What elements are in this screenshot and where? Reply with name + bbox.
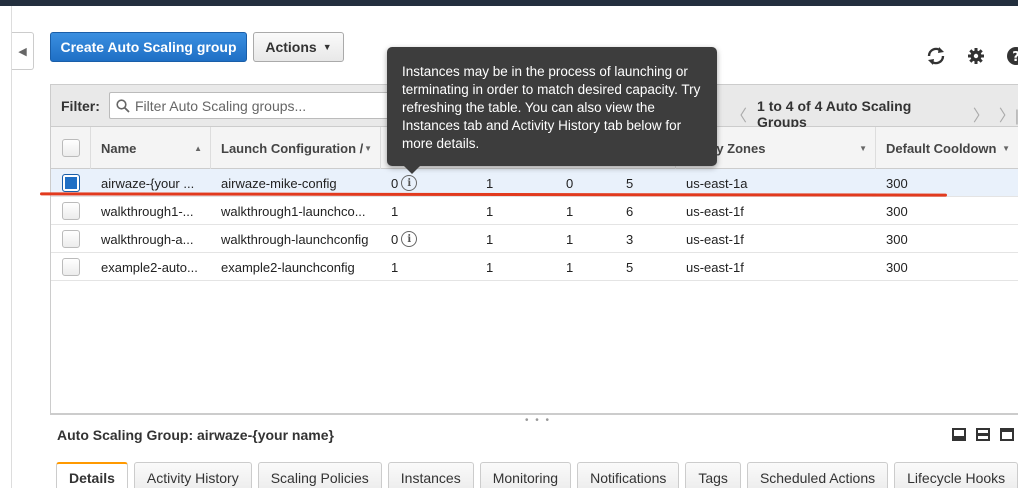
cell-desired: 1 <box>486 203 494 219</box>
column-header-launch-configuration[interactable]: Launch Configuration / ▼ <box>211 127 381 169</box>
cell-desired: 1 <box>486 231 494 247</box>
pager-text: 1 to 4 of 4 Auto Scaling Groups <box>757 98 912 130</box>
last-page-icon[interactable]: 〉| <box>999 102 1018 126</box>
info-icon[interactable]: i <box>401 231 418 247</box>
cell-launch-config: example2-launchconfig <box>221 259 355 275</box>
cell-launch-config: walkthrough1-launchco... <box>221 203 366 219</box>
cell-name: walkthrough1-... <box>101 203 194 219</box>
filter-label: Filter: <box>61 98 100 114</box>
help-icon[interactable]: ? <box>1004 44 1018 68</box>
cell-cooldown: 300 <box>886 231 908 247</box>
tab-notifications[interactable]: Notifications <box>577 462 680 488</box>
cell-desired: 1 <box>486 259 494 275</box>
layout-split-icon[interactable] <box>976 428 990 441</box>
table-row[interactable]: walkthrough1-... walkthrough1-launchco..… <box>51 197 1018 225</box>
previous-page-icon[interactable]: 〈 <box>731 102 747 126</box>
collapse-sidebar-button[interactable]: ◀ <box>12 32 34 70</box>
cell-max: 6 <box>626 203 634 219</box>
sort-icon: ▼ <box>364 143 372 153</box>
chevron-left-icon: ◀ <box>18 45 27 58</box>
top-nav-bar <box>0 0 1018 6</box>
cell-zones: us-east-1f <box>686 259 744 275</box>
sort-icon: ▼ <box>859 143 867 153</box>
details-title: Auto Scaling Group: airwaze-{your name} <box>57 427 334 443</box>
select-all-cell <box>51 127 91 169</box>
cell-instances: 0i <box>391 225 451 253</box>
gear-icon[interactable] <box>964 44 988 68</box>
filter-input[interactable]: Filter Auto Scaling groups... <box>109 92 394 119</box>
details-tabs: Details Activity History Scaling Policie… <box>56 462 1018 488</box>
cell-name: example2-auto... <box>101 259 198 275</box>
row-checkbox[interactable] <box>62 174 80 192</box>
cell-instances: 1 <box>391 259 399 275</box>
search-icon <box>116 98 130 113</box>
info-icon[interactable]: i <box>401 175 418 191</box>
filter-placeholder: Filter Auto Scaling groups... <box>135 97 307 114</box>
sort-asc-icon: ▲ <box>194 143 202 153</box>
tab-activity-history[interactable]: Activity History <box>133 462 252 488</box>
cell-cooldown: 300 <box>886 259 908 275</box>
instances-info-tooltip: Instances may be in the process of launc… <box>387 47 717 174</box>
cell-min: 1 <box>566 259 574 275</box>
cell-cooldown: 300 <box>886 203 908 219</box>
column-header-default-cooldown[interactable]: Default Cooldown ▼ <box>876 127 1018 169</box>
cell-max: 3 <box>626 231 634 247</box>
row-checkbox[interactable] <box>62 230 80 248</box>
pane-splitter[interactable]: • • • <box>50 414 1018 426</box>
svg-text:?: ? <box>1012 50 1018 65</box>
actions-dropdown-button[interactable]: Actions ▼ <box>253 32 344 62</box>
pagination: 〈 1 to 4 of 4 Auto Scaling Groups 〉 〉| <box>731 98 1018 130</box>
cell-min: 1 <box>566 231 574 247</box>
tab-monitoring[interactable]: Monitoring <box>479 462 572 488</box>
cell-name: walkthrough-a... <box>101 231 194 247</box>
layout-bottom-pane-icon[interactable] <box>952 428 966 441</box>
sort-icon: ▼ <box>1002 143 1010 153</box>
refresh-icon[interactable] <box>924 44 948 68</box>
actions-label: Actions <box>265 39 317 55</box>
tab-tags[interactable]: Tags <box>685 462 741 488</box>
create-auto-scaling-group-button[interactable]: Create Auto Scaling group <box>50 32 247 62</box>
select-all-checkbox[interactable] <box>62 139 80 157</box>
layout-top-pane-icon[interactable] <box>1000 428 1014 441</box>
cell-min: 1 <box>566 203 574 219</box>
chevron-down-icon: ▼ <box>322 42 332 52</box>
table-row[interactable]: walkthrough-a... walkthrough-launchconfi… <box>51 225 1018 253</box>
left-nav-rail <box>0 6 12 488</box>
cell-instances: 1 <box>391 203 399 219</box>
cell-max: 5 <box>626 259 634 275</box>
tab-instances[interactable]: Instances <box>387 462 474 488</box>
cell-launch-config: walkthrough-launchconfig <box>221 231 369 247</box>
tooltip-text: Instances may be in the process of launc… <box>402 64 701 151</box>
table-row[interactable]: example2-auto... example2-launchconfig 1… <box>51 253 1018 281</box>
drag-handle-icon[interactable]: • • • <box>525 415 551 426</box>
column-header-name[interactable]: Name ▲ <box>91 127 211 169</box>
tab-lifecycle-hooks[interactable]: Lifecycle Hooks <box>894 462 1018 488</box>
cell-zones: us-east-1f <box>686 203 744 219</box>
next-page-icon[interactable]: 〉 <box>973 102 989 126</box>
row-checkbox[interactable] <box>62 258 80 276</box>
tab-scaling-policies[interactable]: Scaling Policies <box>257 462 382 488</box>
tab-scheduled-actions[interactable]: Scheduled Actions <box>746 462 889 488</box>
row-checkbox[interactable] <box>62 202 80 220</box>
cell-zones: us-east-1f <box>686 231 744 247</box>
tab-details[interactable]: Details <box>56 462 128 488</box>
